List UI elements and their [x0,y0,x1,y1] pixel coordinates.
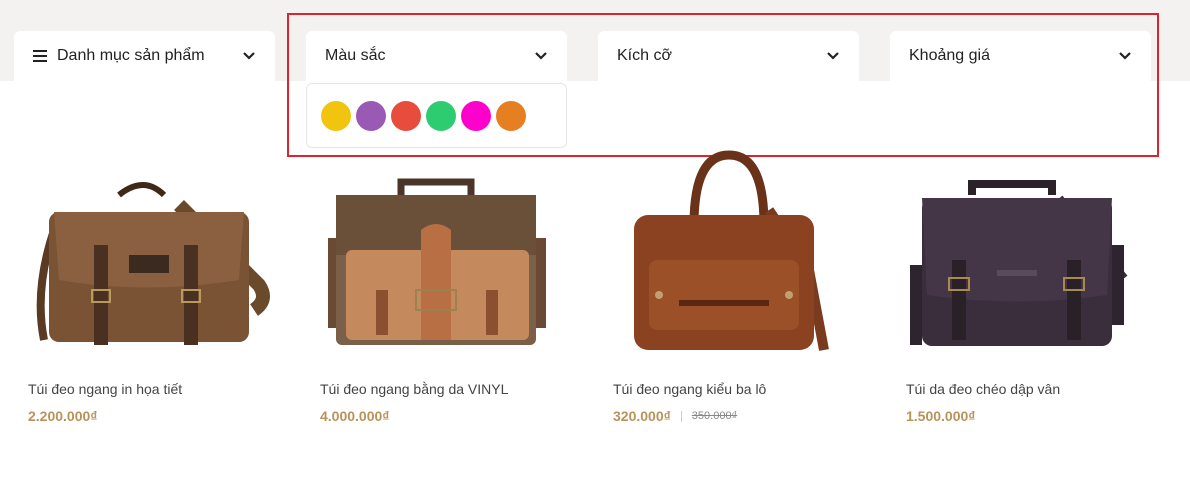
size-filter-label: Kích cỡ [617,47,672,64]
chevron-down-icon [534,49,548,63]
color-swatch-green[interactable] [426,100,456,131]
product-image[interactable] [892,150,1154,370]
menu-icon [33,50,49,62]
chevron-down-icon [826,49,840,63]
size-filter-dropdown[interactable]: Kích cỡ [598,31,859,81]
product-image[interactable] [599,150,861,370]
chevron-down-icon [242,49,256,63]
color-options-panel [306,83,567,148]
color-swatch-orange[interactable] [496,100,526,131]
color-filter-dropdown[interactable]: Màu sắc [306,31,567,81]
color-swatch-magenta[interactable] [461,100,491,131]
category-filter-dropdown[interactable]: Danh mục sản phẩm [14,31,275,81]
product-name[interactable]: Túi đeo ngang kiểu ba lô [613,381,766,397]
product-price: 4.000.000₫ [320,408,389,424]
product-price: 2.200.000₫ [28,408,97,424]
product-name[interactable]: Túi đeo ngang in họa tiết [28,381,182,397]
product-name[interactable]: Túi đeo ngang bằng da VINYL [320,381,508,397]
old-price: 350.000₫ [680,410,737,422]
color-filter-label: Màu sắc [325,47,386,64]
price-range-filter-label: Khoảng giá [909,47,990,64]
current-price: 2.200.000₫ [28,408,98,424]
product-card[interactable]: Túi da đeo chéo dập vân 1.500.000₫ [892,150,1154,424]
product-image[interactable] [14,150,276,370]
product-price: 1.500.000₫ [906,408,975,424]
chevron-down-icon [1118,49,1132,63]
product-card[interactable]: Túi đeo ngang bằng da VINYL 4.000.000₫ [306,150,568,424]
current-price: 320.000₫ [613,408,671,424]
color-swatch-yellow[interactable] [321,100,351,131]
color-swatch-red[interactable] [391,100,421,131]
color-swatch-purple[interactable] [356,100,386,131]
current-price: 4.000.000₫ [320,408,390,424]
product-name[interactable]: Túi da đeo chéo dập vân [906,381,1060,397]
current-price: 1.500.000₫ [906,408,976,424]
product-card[interactable]: Túi đeo ngang kiểu ba lô 320.000₫ 350.00… [599,150,861,424]
product-card[interactable]: Túi đeo ngang in họa tiết 2.200.000₫ [14,150,276,424]
product-image[interactable] [306,150,568,370]
category-filter-label: Danh mục sản phẩm [57,47,205,64]
product-price: 320.000₫ 350.000₫ [613,408,737,424]
price-range-filter-dropdown[interactable]: Khoảng giá [890,31,1151,81]
